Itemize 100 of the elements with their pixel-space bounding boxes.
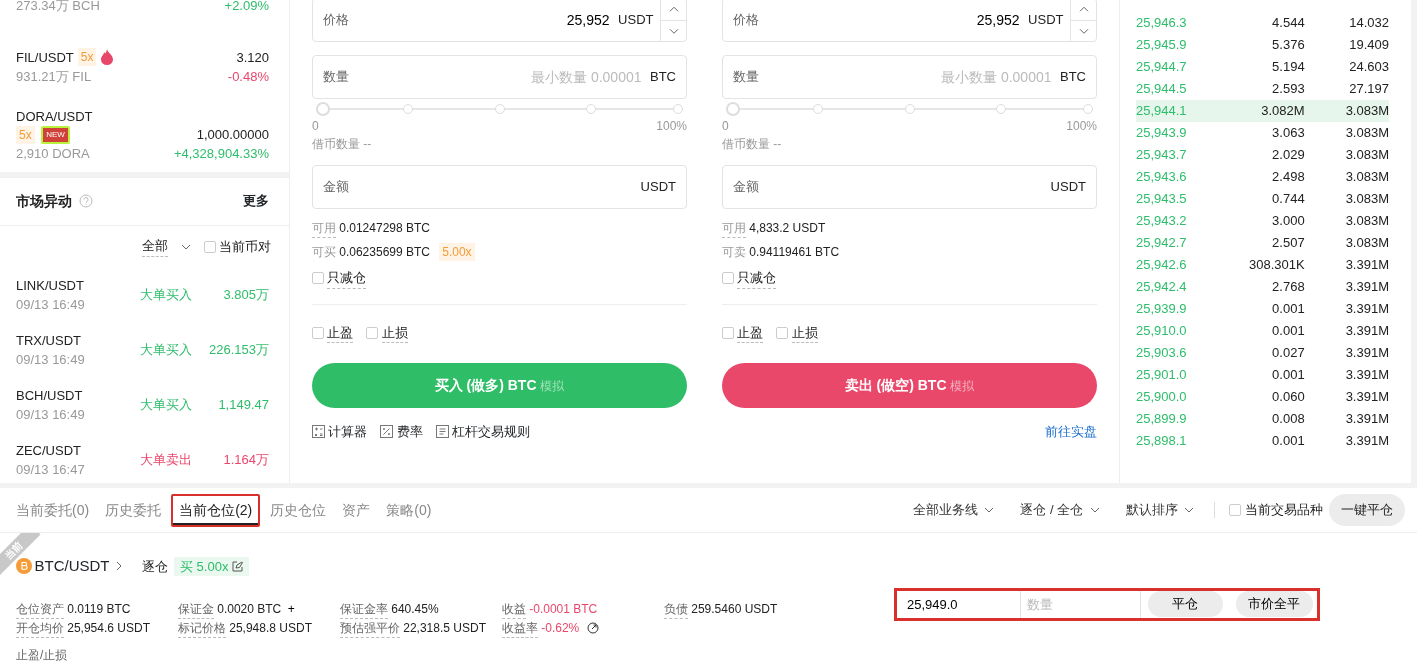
book-amount: 2.029 [1271, 146, 1305, 165]
slider-step-dot[interactable] [904, 104, 915, 114]
close-all-button[interactable]: 一键平仓 [1329, 494, 1405, 526]
book-total: 3.083M [1344, 168, 1389, 187]
book-total: 3.083M [1344, 234, 1389, 253]
field-label: 保证金 [178, 599, 214, 619]
tab[interactable]: 策略(0) [380, 495, 438, 525]
filter-dropdown[interactable]: 全部 [141, 236, 168, 257]
footer-link[interactable]: 费率 [396, 422, 423, 442]
slider-step-dot[interactable] [402, 104, 413, 114]
slider-step-dot[interactable] [673, 104, 683, 114]
field-value: 640.45% [391, 601, 439, 618]
price-field[interactable]: 价格 25,952 USDT [722, 0, 1097, 42]
available-label: 可用 [312, 219, 336, 238]
add-margin-button[interactable]: + [287, 600, 295, 618]
field-value: 25,954.6 USDT [67, 620, 150, 637]
action-text: 大单卖出 [139, 451, 193, 470]
slider-step-dot[interactable] [586, 104, 597, 114]
filter-dropdown[interactable]: 默认排序 [1119, 499, 1201, 521]
field-label: 价格 [733, 11, 759, 30]
field-label: 数量 [733, 68, 759, 87]
tab[interactable]: 历史委托 [99, 495, 168, 525]
chevron-down-icon [180, 243, 191, 250]
slider-step-dot[interactable] [812, 104, 823, 114]
price-input[interactable]: 25,952 [759, 8, 1022, 32]
sell-button[interactable]: 卖出 (做空) BTC 模拟 [722, 363, 1097, 408]
checkbox-label: 当前交易品种 [1244, 501, 1323, 520]
field-value: 25,948.8 USDT [229, 620, 312, 637]
checkbox-label: 当前币对 [219, 237, 271, 256]
slider-max: 100% [1066, 118, 1097, 135]
slider-track[interactable] [726, 102, 1093, 116]
filter-dropdown[interactable]: 逐仓 / 全仓 [1014, 499, 1106, 521]
pair-name[interactable]: FIL/USDT [16, 47, 74, 67]
live-trading-link[interactable]: 前往实盘 [1045, 422, 1097, 442]
field-label: 数量 [323, 68, 349, 87]
slider-step-dot[interactable] [1083, 104, 1093, 114]
pair-name[interactable]: LINK/USDT [16, 275, 126, 295]
max-value: 0.06235699 BTC [339, 244, 430, 261]
slider-min: 0 [722, 118, 729, 135]
checkbox[interactable] [312, 272, 324, 285]
quantity-field[interactable]: 数量 最小数量 0.00001 BTC [312, 55, 687, 99]
checkbox[interactable] [312, 326, 324, 339]
pair-name[interactable]: BCH/USDT [16, 385, 126, 405]
field-label: 开仓均价 [16, 618, 64, 638]
book-amount: 3.000 [1271, 212, 1305, 231]
more-link[interactable]: 更多 [243, 191, 269, 211]
help-icon [78, 194, 93, 208]
pair-name[interactable]: ZEC/USDT [16, 440, 126, 460]
checkbox[interactable] [776, 326, 789, 339]
max-label: 可卖 [722, 244, 746, 261]
tab[interactable]: 当前委托(0) [10, 495, 96, 525]
edit-icon[interactable] [231, 560, 243, 572]
footer-link[interactable]: 计算器 [328, 422, 368, 442]
field-value: -0.62% [541, 620, 580, 637]
tab[interactable]: 资产 [336, 495, 377, 525]
time-text: 09/13 16:47 [16, 461, 86, 479]
checkbox[interactable] [722, 272, 734, 285]
filter-dropdown[interactable]: 全部业务线 [906, 499, 1001, 521]
slider-min: 0 [312, 118, 319, 135]
footer-link[interactable]: 杠杆交易规则 [451, 422, 530, 442]
available-label: 可用 [722, 219, 746, 238]
book-amount: 308.301K [1248, 256, 1305, 275]
book-total: 3.083M [1344, 102, 1389, 121]
market-close-button[interactable]: 市价全平 [1235, 591, 1313, 617]
share-icon[interactable] [586, 622, 599, 634]
book-total: 3.391M [1344, 278, 1389, 297]
close-button[interactable]: 平仓 [1147, 591, 1223, 617]
amount-field[interactable]: 金额 USDT [312, 165, 687, 209]
slider-thumb[interactable] [316, 102, 330, 116]
tab[interactable]: 历史仓位 [264, 495, 333, 525]
quantity-input[interactable]: 最小数量 0.00001 [349, 65, 644, 89]
checkbox[interactable] [722, 326, 734, 339]
book-amount: 0.001 [1271, 300, 1305, 319]
book-total: 3.083M [1344, 190, 1389, 209]
book-amount: 3.082M [1260, 102, 1305, 121]
checkbox-label: 止损 [381, 322, 408, 343]
quantity-input[interactable]: 最小数量 0.00001 [759, 65, 1054, 89]
pair-name[interactable]: TRX/USDT [16, 330, 126, 350]
checkbox-label: 止损 [791, 322, 818, 343]
amount-text: 1.164万 [222, 451, 269, 470]
book-amount: 0.027 [1271, 344, 1305, 363]
quantity-field[interactable]: 数量 最小数量 0.00001 BTC [722, 55, 1097, 99]
volume-text: 2,910 DORA [16, 145, 91, 163]
slider-step-dot[interactable] [996, 104, 1007, 114]
price-input[interactable]: 25,952 [349, 8, 612, 32]
checkbox[interactable] [203, 240, 216, 253]
price-field[interactable]: 价格 25,952 USDT [312, 0, 687, 42]
checkbox[interactable] [1229, 504, 1242, 516]
document-icon [435, 425, 449, 439]
checkbox-label: 止盈 [737, 322, 764, 343]
tab[interactable]: 当前仓位(2) [171, 493, 261, 527]
unit-text: USDT [640, 178, 676, 197]
unit-text: BTC [1060, 68, 1086, 87]
slider-track[interactable] [316, 102, 683, 116]
slider-thumb[interactable] [726, 102, 740, 116]
checkbox[interactable] [366, 326, 379, 339]
field-label: 收益率 [502, 618, 538, 638]
slider-step-dot[interactable] [494, 104, 505, 114]
amount-field[interactable]: 金额 USDT [722, 165, 1097, 209]
pair-name[interactable]: DORA/USDT [16, 106, 93, 126]
